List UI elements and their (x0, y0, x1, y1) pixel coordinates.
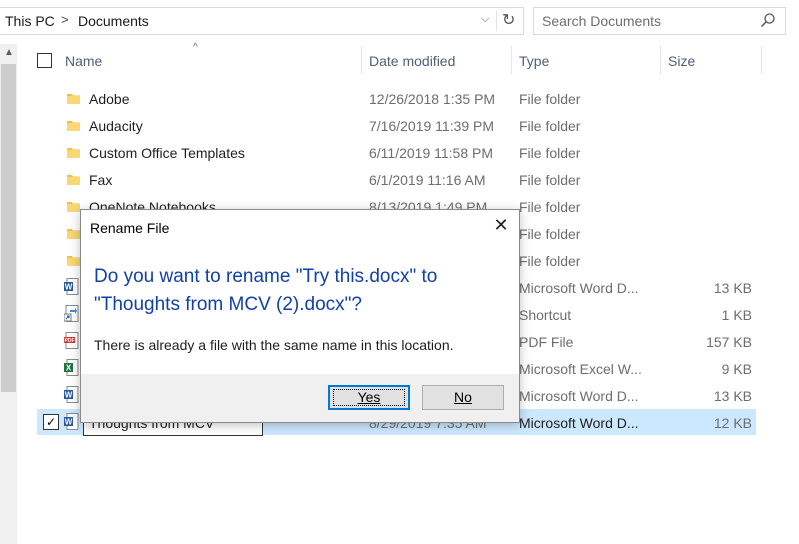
file-type: Microsoft Word D... (519, 280, 639, 296)
dialog-message: There is already a file with the same na… (94, 337, 454, 353)
address-dropdown-icon[interactable]: ⌵ (481, 13, 489, 26)
scrollbar-thumb[interactable] (1, 64, 16, 392)
file-size: 9 KB (721, 361, 752, 377)
file-type: File folder (519, 172, 581, 188)
file-name[interactable]: Custom Office Templates (89, 145, 245, 161)
focus-ring (333, 389, 405, 406)
word-doc-icon: W (64, 413, 79, 433)
file-type: PDF File (519, 334, 574, 350)
svg-text:W: W (65, 418, 73, 427)
file-size: 1 KB (721, 307, 752, 323)
file-size: 157 KB (706, 334, 752, 350)
file-date: 6/11/2019 11:58 PM (369, 145, 494, 161)
svg-text:W: W (65, 391, 73, 400)
dialog-question: Do you want to rename "Try this.docx" to… (94, 266, 438, 315)
yes-button[interactable]: Yes (328, 385, 410, 410)
file-type: Shortcut (519, 307, 572, 323)
folder-icon (67, 118, 80, 134)
sort-ascending-icon: ^ (193, 42, 198, 53)
folder-icon (67, 253, 80, 269)
svg-text:PDF: PDF (65, 338, 75, 344)
folder-icon (67, 226, 80, 242)
file-size: 12 KB (713, 415, 752, 431)
select-all-checkbox[interactable] (37, 53, 52, 68)
file-type: Microsoft Excel W... (519, 361, 642, 377)
file-type: File folder (519, 199, 581, 215)
file-type: Microsoft Word D... (519, 415, 639, 431)
file-name[interactable]: Fax (89, 172, 112, 188)
column-divider[interactable] (361, 46, 362, 74)
file-date: 12/26/2018 1:35 PM (369, 91, 496, 107)
file-type: File folder (519, 226, 581, 242)
file-type: File folder (519, 145, 581, 161)
folder-icon (67, 145, 80, 161)
breadcrumb-separator[interactable]: > (61, 12, 69, 27)
column-divider[interactable] (511, 46, 512, 74)
column-header-date-modified[interactable]: Date modified (369, 53, 455, 69)
folder-icon (67, 172, 80, 188)
shortcut-icon (63, 305, 79, 325)
dialog-title: Rename File (90, 220, 170, 236)
file-date: 6/1/2019 11:16 AM (369, 172, 486, 188)
file-type: File folder (519, 118, 581, 134)
no-button-label: No (454, 389, 472, 405)
file-type: Microsoft Word D... (519, 388, 639, 404)
scroll-up-arrow-icon[interactable]: ▲ (4, 47, 14, 58)
column-header-type[interactable]: Type (519, 53, 549, 69)
svg-text:X: X (66, 364, 72, 373)
pdf-icon: PDF (64, 332, 79, 352)
folder-icon (67, 199, 80, 215)
folder-icon (67, 91, 80, 107)
search-icon[interactable] (760, 12, 776, 31)
file-size: 13 KB (713, 280, 752, 296)
breadcrumb-documents[interactable]: Documents (78, 13, 149, 29)
no-button[interactable]: No (422, 385, 504, 410)
file-type: File folder (519, 91, 581, 107)
word-doc-icon: W (64, 278, 79, 298)
file-name[interactable]: Audacity (89, 118, 143, 134)
file-size: 13 KB (713, 388, 752, 404)
column-header-name[interactable]: Name (65, 53, 102, 69)
file-date: 7/16/2019 11:39 PM (369, 118, 495, 134)
close-icon[interactable]: ✕ (490, 214, 512, 236)
breadcrumb-this-pc[interactable]: This PC (5, 13, 55, 29)
svg-text:W: W (65, 283, 73, 292)
address-divider (496, 11, 497, 31)
file-name[interactable]: Adobe (89, 91, 129, 107)
column-divider[interactable] (761, 46, 762, 74)
row-checkbox[interactable]: ✓ (43, 414, 59, 430)
refresh-icon[interactable]: ↻ (502, 10, 515, 30)
word-doc-icon: W (64, 386, 79, 406)
file-type: File folder (519, 253, 581, 269)
column-divider[interactable] (660, 46, 661, 74)
column-header-size[interactable]: Size (668, 53, 695, 69)
search-input[interactable]: Search Documents (542, 13, 661, 29)
excel-icon: X (64, 359, 79, 379)
